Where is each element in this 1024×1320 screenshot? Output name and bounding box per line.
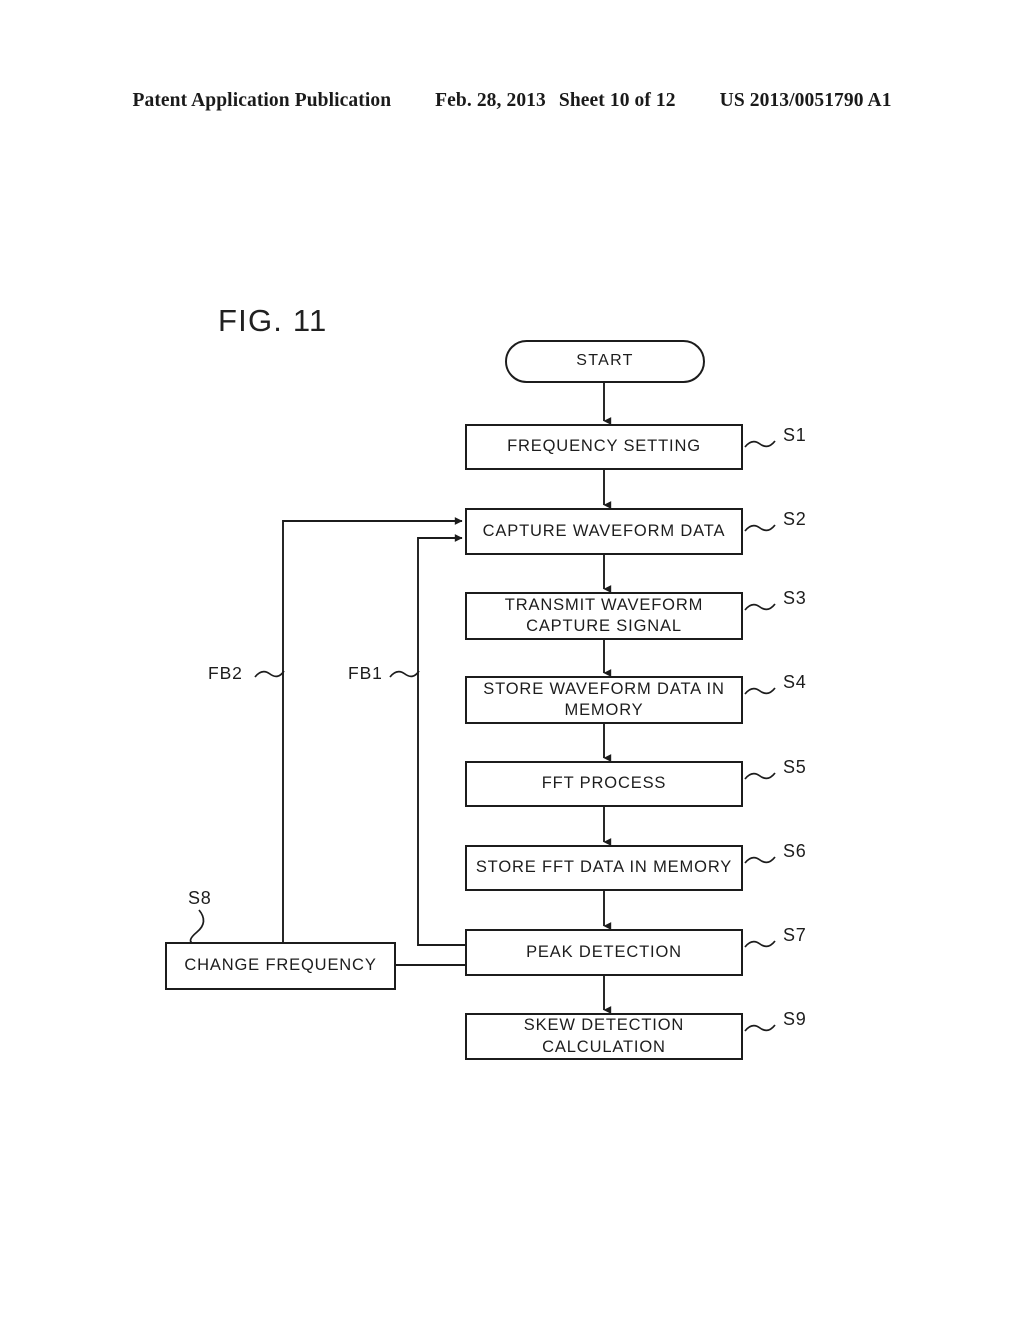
node-transmit-waveform-capture-signal[interactable]: TRANSMIT WAVEFORM CAPTURE SIGNAL	[465, 592, 743, 640]
node-capture-waveform-data[interactable]: CAPTURE WAVEFORM DATA	[465, 508, 743, 555]
node-peak-detection[interactable]: PEAK DETECTION	[465, 929, 743, 976]
node-start[interactable]: START	[505, 340, 705, 383]
node-s4-line2: MEMORY	[564, 701, 644, 719]
step-label-s6: S6	[783, 841, 807, 861]
step-label-s4: S4	[783, 672, 807, 692]
step-label-s7: S7	[783, 925, 807, 945]
feedback-label-fb2: FB2	[208, 663, 243, 683]
flowchart-diagram: START FREQUENCY SETTING CAPTURE WAVEFORM…	[0, 0, 1024, 1320]
node-store-fft-data-in-memory[interactable]: STORE FFT DATA IN MEMORY	[465, 845, 743, 891]
node-store-waveform-data-in-memory[interactable]: STORE WAVEFORM DATA IN MEMORY	[465, 676, 743, 724]
node-s3-line2: CAPTURE SIGNAL	[526, 617, 682, 635]
step-label-s3: S3	[783, 588, 807, 608]
node-fft-process[interactable]: FFT PROCESS	[465, 761, 743, 807]
node-s9-line1: SKEW DETECTION	[523, 1016, 685, 1035]
node-s3-line1: TRANSMIT WAVEFORM	[504, 595, 704, 614]
feedback-label-fb1: FB1	[348, 663, 383, 683]
node-s4-line1: STORE WAVEFORM DATA IN	[483, 679, 725, 698]
node-frequency-setting[interactable]: FREQUENCY SETTING	[465, 424, 743, 470]
node-change-frequency[interactable]: CHANGE FREQUENCY	[165, 942, 396, 990]
connector-fb2-feedback	[282, 517, 463, 942]
step-label-s8: S8	[188, 888, 212, 908]
connector-fb1-feedback	[417, 534, 465, 946]
step-label-s1: S1	[783, 425, 807, 445]
node-s9-line2: CALCULATION	[542, 1037, 666, 1056]
flowchart-connectors	[189, 383, 776, 1032]
node-skew-detection-calculation[interactable]: SKEW DETECTION CALCULATION	[465, 1013, 743, 1060]
step-label-s5: S5	[783, 757, 807, 777]
step-label-s2: S2	[783, 509, 807, 529]
step-label-s9: S9	[783, 1009, 807, 1029]
